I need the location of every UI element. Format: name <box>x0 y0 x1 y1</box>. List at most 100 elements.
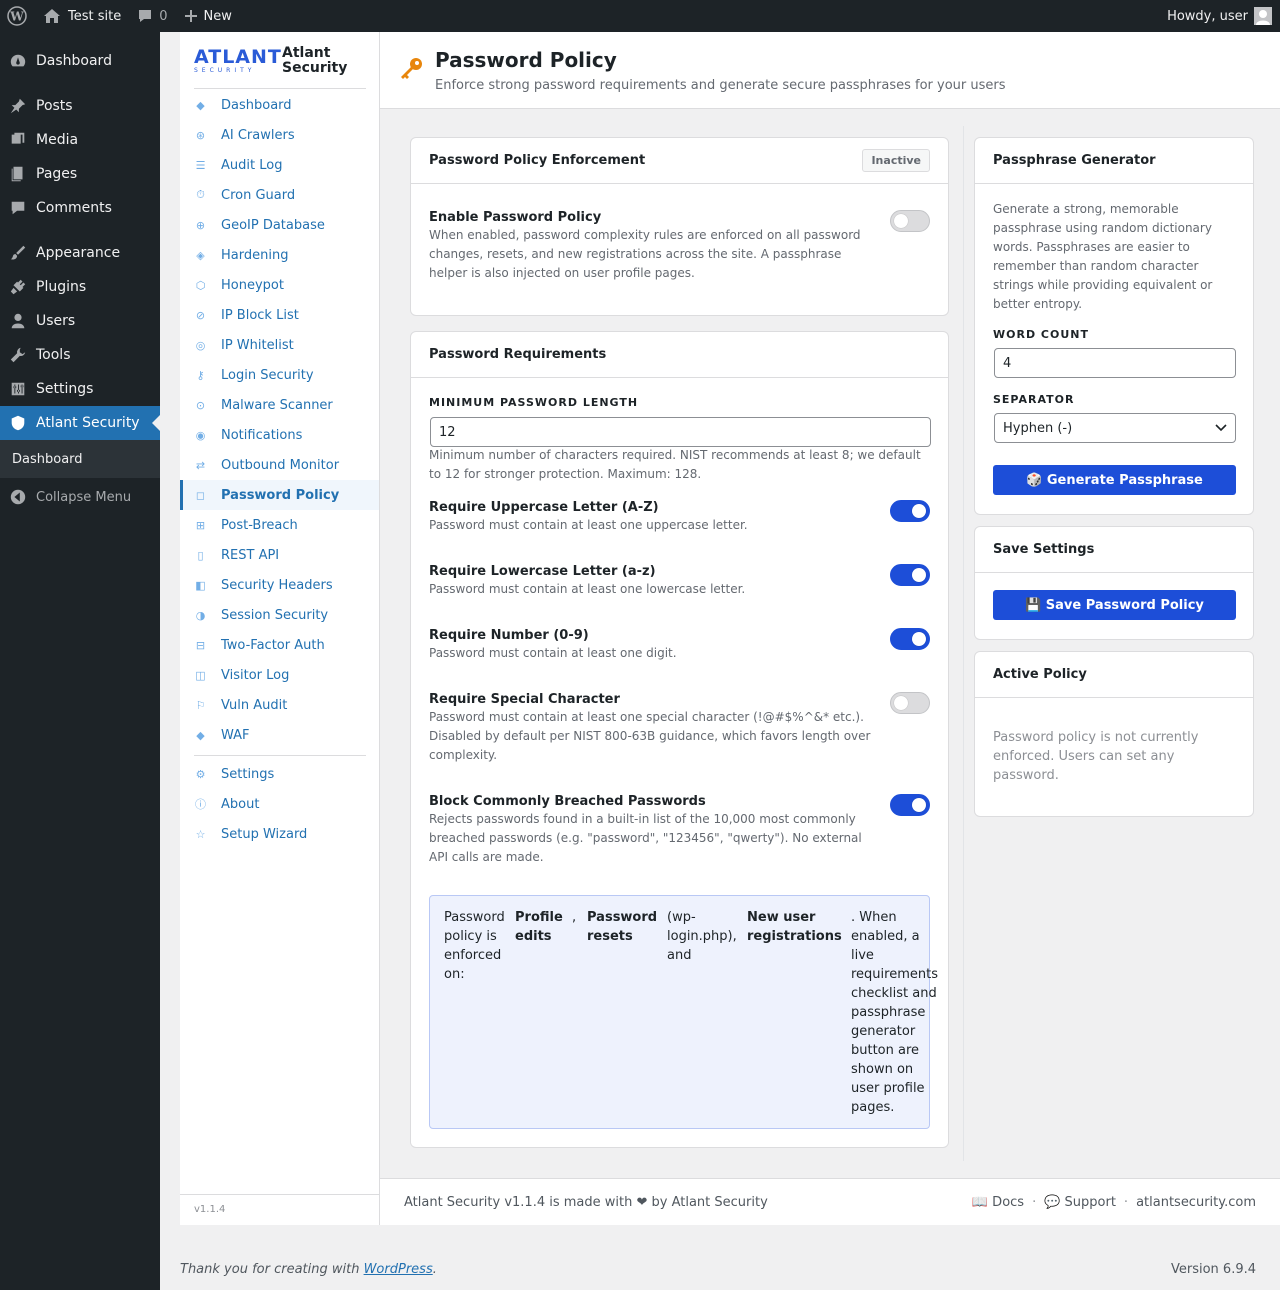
menu-settings[interactable]: Settings <box>0 372 160 406</box>
nav-label: Cron Guard <box>221 187 296 203</box>
menu-users[interactable]: Users <box>0 304 160 338</box>
sliders-icon <box>0 380 36 398</box>
info-text: Password resets <box>587 910 658 944</box>
plugin-nav-security-headers[interactable]: ◧ Security Headers <box>180 570 379 600</box>
key-icon <box>398 56 424 86</box>
logo-text: ATLANT <box>194 45 282 68</box>
divider <box>194 755 366 756</box>
collapse-menu-button[interactable]: Collapse Menu <box>0 480 160 514</box>
plugin-nav-visitor-log[interactable]: ◫ Visitor Log <box>180 660 379 690</box>
nav-label: Dashboard <box>221 97 292 113</box>
nav-icon: ⊛ <box>195 128 206 142</box>
description-line: When enabled, password complexity rules … <box>429 228 861 242</box>
nav-icon: ⚐ <box>195 698 206 712</box>
collapse-icon <box>0 488 36 506</box>
separator-select[interactable]: Hyphen (-) <box>994 413 1236 443</box>
plugin-footer: Atlant Security v1.1.4 is made with ❤ by… <box>380 1178 1280 1225</box>
brand[interactable]: ATLANT SECURITY Atlant Security <box>194 44 366 78</box>
menu-label: Atlant Security <box>36 415 140 431</box>
plugin-nav-about[interactable]: ⓘ About <box>180 789 379 819</box>
support-link[interactable]: 💬 Support <box>1044 1195 1116 1210</box>
card-header: Passphrase Generator <box>975 138 1253 184</box>
nav-icon: ◆ <box>196 98 205 112</box>
brand-name: Atlant Security <box>282 46 347 76</box>
menu-comments[interactable]: Comments <box>0 191 160 225</box>
passphrase-generator-card: Passphrase Generator Generate a strong, … <box>974 137 1254 515</box>
comments-link[interactable]: 0 <box>129 0 175 32</box>
wordpress-link[interactable]: WordPress <box>364 1262 433 1277</box>
nav-icon: ⏱ <box>196 188 205 201</box>
menu-label: Comments <box>36 200 112 216</box>
nav-icon: ◎ <box>195 338 206 352</box>
menu-media[interactable]: Media <box>0 123 160 157</box>
docs-link[interactable]: 📖 Docs <box>972 1195 1024 1210</box>
nav-label: Hardening <box>221 247 289 263</box>
submenu-dashboard[interactable]: Dashboard <box>0 440 160 478</box>
menu-label: Media <box>36 132 79 148</box>
plugin-nav-post-breach[interactable]: ⊞ Post-Breach <box>180 510 379 540</box>
new-content-link[interactable]: New <box>176 0 240 32</box>
plugin-nav-session-security[interactable]: ◑ Session Security <box>180 600 379 630</box>
menu-tools[interactable]: Tools <box>0 338 160 372</box>
menu-dashboard[interactable]: Dashboard <box>0 44 160 78</box>
shield-icon <box>0 414 36 432</box>
chevron-down-icon <box>1215 424 1227 432</box>
menu-plugins[interactable]: Plugins <box>0 270 160 304</box>
plugin-nav-dashboard[interactable]: ◆ Dashboard <box>180 90 379 120</box>
plugin-nav-hardening[interactable]: ◈ Hardening <box>180 240 379 270</box>
menu-posts[interactable]: Posts <box>0 89 160 123</box>
admin-menu: Dashboard Posts Media Pages Comments App… <box>0 32 160 1290</box>
nav-label: Post-Breach <box>221 517 298 533</box>
wordpress-logo-icon[interactable]: W <box>0 0 35 32</box>
nav-label: Login Security <box>221 367 314 383</box>
menu-atlant-security[interactable]: Atlant Security <box>0 406 160 440</box>
plugin-nav-notifications[interactable]: ◉ Notifications <box>180 420 379 450</box>
plugin-nav-outbound-monitor[interactable]: ⇄ Outbound Monitor <box>180 450 379 480</box>
rule-toggle[interactable] <box>890 500 930 522</box>
rule-toggle[interactable] <box>890 564 930 586</box>
nav-label: Audit Log <box>221 157 283 173</box>
rule-toggle[interactable] <box>890 628 930 650</box>
site-name-link[interactable]: Test site <box>35 0 129 32</box>
plugin-nav-ai-crawlers[interactable]: ⊛ AI Crawlers <box>180 120 379 150</box>
plugin-nav-malware-scanner[interactable]: ⊙ Malware Scanner <box>180 390 379 420</box>
rule-toggle[interactable] <box>890 692 930 714</box>
save-policy-button[interactable]: 💾 Save Password Policy <box>993 590 1236 620</box>
min-length-input[interactable]: 12 <box>430 417 931 447</box>
rule-setting: Require Special Character Password must c… <box>429 692 929 765</box>
nav-icon: ◑ <box>195 608 206 622</box>
website-link[interactable]: atlantsecurity.com <box>1136 1195 1256 1210</box>
generate-passphrase-button[interactable]: 🎲 Generate Passphrase <box>993 465 1236 495</box>
rule-title: Require Number (0-9) <box>429 628 589 643</box>
plugin-nav-honeypot[interactable]: ⬡ Honeypot <box>180 270 379 300</box>
enable-policy-toggle[interactable] <box>890 210 930 232</box>
plugin-nav-ip-block-list[interactable]: ⊘ IP Block List <box>180 300 379 330</box>
card-header: Password Policy Enforcement Inactive <box>411 138 948 184</box>
plugin-nav-audit-log[interactable]: ☰ Audit Log <box>180 150 379 180</box>
plugin-nav-settings[interactable]: ⚙ Settings <box>180 759 379 789</box>
plugin-nav-vuln-audit[interactable]: ⚐ Vuln Audit <box>180 690 379 720</box>
plugin-nav-waf[interactable]: ◆ WAF <box>180 720 379 750</box>
rule-toggle[interactable] <box>890 794 930 816</box>
plugin-nav-cron-guard[interactable]: ⏱ Cron Guard <box>180 180 379 210</box>
save-settings-card: Save Settings 💾 Save Password Policy <box>974 526 1254 640</box>
plugin-nav-rest-api[interactable]: ▯ REST API <box>180 540 379 570</box>
plugin-nav-ip-whitelist[interactable]: ◎ IP Whitelist <box>180 330 379 360</box>
plugin-nav-password-policy[interactable]: ◻ Password Policy <box>180 480 379 510</box>
plugin-nav-geoip-database[interactable]: ⊕ GeoIP Database <box>180 210 379 240</box>
word-count-input[interactable]: 4 <box>994 348 1236 378</box>
plugin-nav-two-factor-auth[interactable]: ⊟ Two-Factor Auth <box>180 630 379 660</box>
info-text: (wp-login.php), and <box>667 910 737 963</box>
plugin-nav-setup-wizard[interactable]: ☆ Setup Wizard <box>180 819 379 849</box>
nav-label: AI Crawlers <box>221 127 295 143</box>
menu-label: Dashboard <box>36 53 112 69</box>
menu-pages[interactable]: Pages <box>0 157 160 191</box>
rule-description: Password must contain at least one upper… <box>429 516 929 535</box>
menu-appearance[interactable]: Appearance <box>0 236 160 270</box>
my-account-link[interactable]: Howdy, user <box>1159 0 1280 32</box>
nav-icon: ⊟ <box>195 638 206 652</box>
nav-label: Outbound Monitor <box>221 457 340 473</box>
plugin-version: v1.1.4 <box>194 1204 226 1215</box>
plugin-nav-login-security[interactable]: ⚷ Login Security <box>180 360 379 390</box>
nav-label: Honeypot <box>221 277 284 293</box>
